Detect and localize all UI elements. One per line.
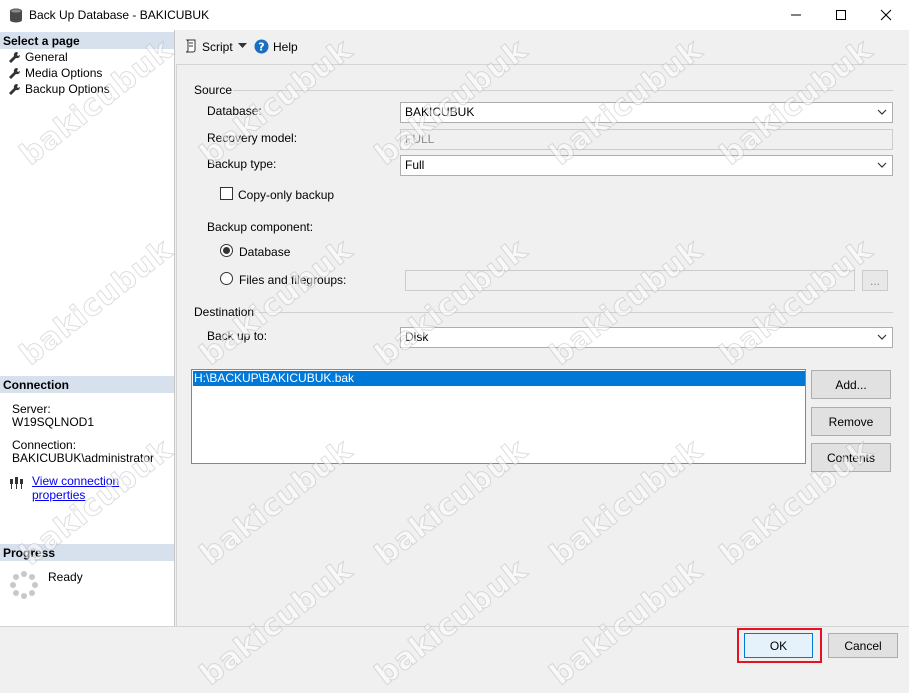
minimize-icon bbox=[791, 14, 801, 16]
page-item-label: Backup Options bbox=[25, 82, 110, 96]
ok-button[interactable]: OK bbox=[744, 633, 813, 658]
backup-type-select[interactable]: Full bbox=[400, 155, 893, 176]
close-button[interactable] bbox=[863, 0, 909, 30]
destination-divider bbox=[253, 312, 893, 313]
contents-button[interactable]: Contents bbox=[811, 443, 891, 472]
page-item-general[interactable]: General bbox=[8, 49, 68, 65]
backup-to-select[interactable]: Disk bbox=[400, 327, 893, 348]
database-value: BAKICUBUK bbox=[405, 105, 475, 119]
title-bar: Back Up Database - BAKICUBUK bbox=[0, 0, 909, 30]
toolbar: Script ? Help bbox=[176, 30, 909, 63]
server-value: W19SQLNOD1 bbox=[12, 415, 95, 429]
minimize-button[interactable] bbox=[773, 0, 819, 30]
backup-to-value: Disk bbox=[405, 330, 429, 344]
chevron-down-icon bbox=[877, 162, 887, 168]
source-group-label: Source bbox=[194, 83, 233, 97]
cancel-button[interactable]: Cancel bbox=[828, 633, 898, 658]
progress-header: Progress bbox=[0, 544, 174, 561]
maximize-button[interactable] bbox=[818, 0, 864, 30]
svg-text:?: ? bbox=[258, 41, 264, 54]
connection-label: Connection: bbox=[12, 438, 77, 452]
backup-component-label: Backup component: bbox=[207, 220, 314, 234]
script-icon bbox=[185, 39, 196, 53]
backup-type-value: Full bbox=[405, 158, 425, 172]
view-connection-properties-link[interactable]: View connection properties bbox=[32, 474, 174, 502]
left-pane: Select a page General Media Options Back… bbox=[0, 30, 175, 626]
backup-type-label: Backup type: bbox=[207, 157, 277, 171]
page-item-label: General bbox=[25, 50, 68, 64]
component-files-label: Files and filegroups: bbox=[239, 273, 347, 287]
component-database-label: Database bbox=[239, 245, 291, 259]
chevron-down-icon bbox=[877, 109, 887, 115]
maximize-icon bbox=[836, 10, 846, 20]
recovery-model-field: FULL bbox=[400, 129, 893, 150]
progress-spinner-icon bbox=[10, 571, 38, 599]
filegroups-field bbox=[405, 270, 855, 291]
progress-status: Ready bbox=[48, 570, 83, 584]
list-item[interactable]: H:\BACKUP\BAKICUBUK.bak bbox=[193, 371, 805, 386]
add-button[interactable]: Add... bbox=[811, 370, 891, 399]
component-files-radio[interactable] bbox=[220, 272, 233, 285]
window-title: Back Up Database - BAKICUBUK bbox=[29, 8, 210, 22]
destination-group-label: Destination bbox=[194, 305, 255, 319]
recovery-model-label: Recovery model: bbox=[207, 131, 298, 145]
copy-only-checkbox[interactable] bbox=[220, 187, 233, 200]
connection-header: Connection bbox=[0, 376, 174, 393]
wrench-icon bbox=[9, 83, 21, 95]
browse-filegroups-button: ... bbox=[862, 270, 888, 291]
database-label: Database: bbox=[207, 104, 262, 118]
wrench-icon bbox=[9, 67, 21, 79]
connection-value: BAKICUBUK\administrator bbox=[12, 451, 155, 465]
help-icon: ? bbox=[254, 39, 269, 54]
chevron-down-icon[interactable] bbox=[238, 43, 247, 49]
remove-button[interactable]: Remove bbox=[811, 407, 891, 436]
wrench-icon bbox=[9, 51, 21, 63]
connection-properties-icon bbox=[10, 477, 23, 489]
recovery-model-value: FULL bbox=[405, 132, 435, 146]
chevron-down-icon bbox=[877, 334, 887, 340]
help-button[interactable]: Help bbox=[273, 40, 298, 54]
backup-to-label: Back up to: bbox=[207, 329, 268, 343]
script-button[interactable]: Script bbox=[202, 40, 233, 54]
database-icon bbox=[10, 8, 22, 23]
source-divider bbox=[233, 90, 893, 91]
page-item-media-options[interactable]: Media Options bbox=[8, 65, 102, 81]
page-item-label: Media Options bbox=[25, 66, 103, 80]
close-icon bbox=[880, 9, 892, 21]
component-database-radio[interactable] bbox=[220, 244, 233, 257]
database-select[interactable]: BAKICUBUK bbox=[400, 102, 893, 123]
select-page-header: Select a page bbox=[0, 32, 174, 49]
destination-list[interactable]: H:\BACKUP\BAKICUBUK.bak bbox=[191, 369, 806, 464]
server-label: Server: bbox=[12, 402, 51, 416]
copy-only-label: Copy-only backup bbox=[238, 188, 335, 202]
page-item-backup-options[interactable]: Backup Options bbox=[8, 81, 110, 97]
